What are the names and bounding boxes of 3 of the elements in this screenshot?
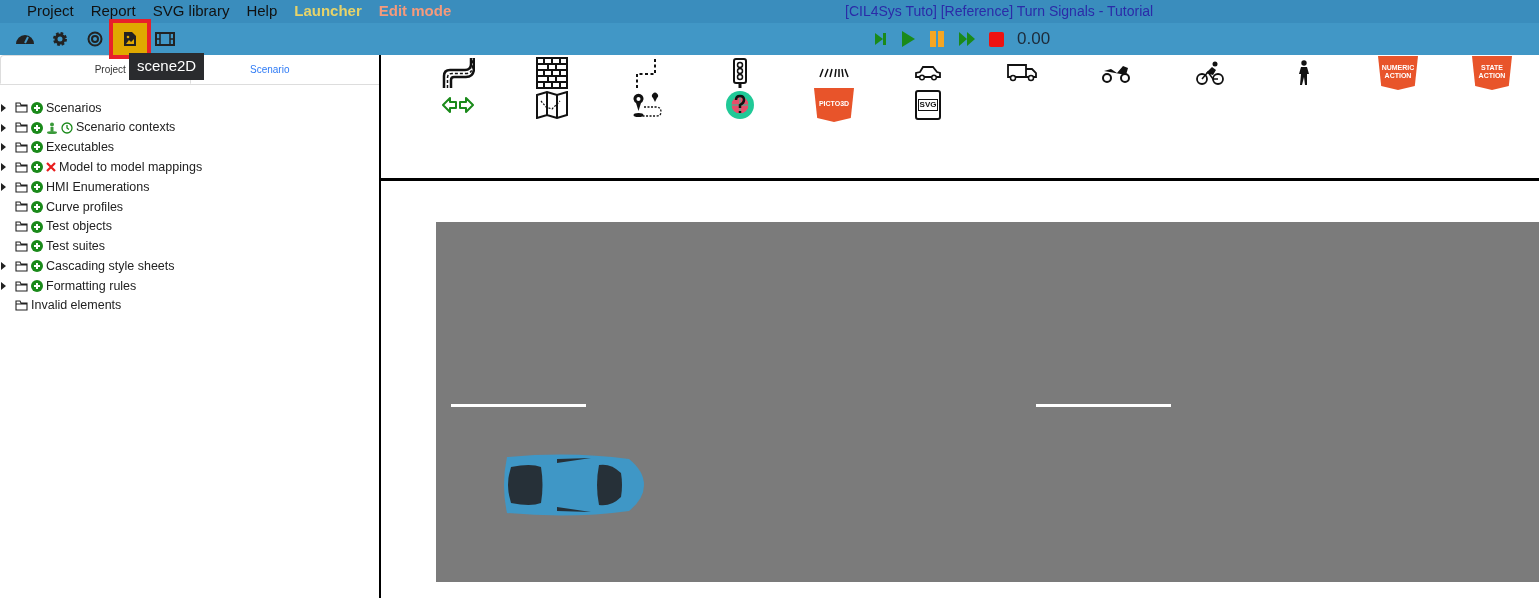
time-readout: 0.00 <box>1017 28 1051 51</box>
window-title: [CIL4Sys Tuto] [Reference] Turn Signals - Tutorial <box>845 2 1154 21</box>
tooltip: scene2D <box>129 53 205 80</box>
